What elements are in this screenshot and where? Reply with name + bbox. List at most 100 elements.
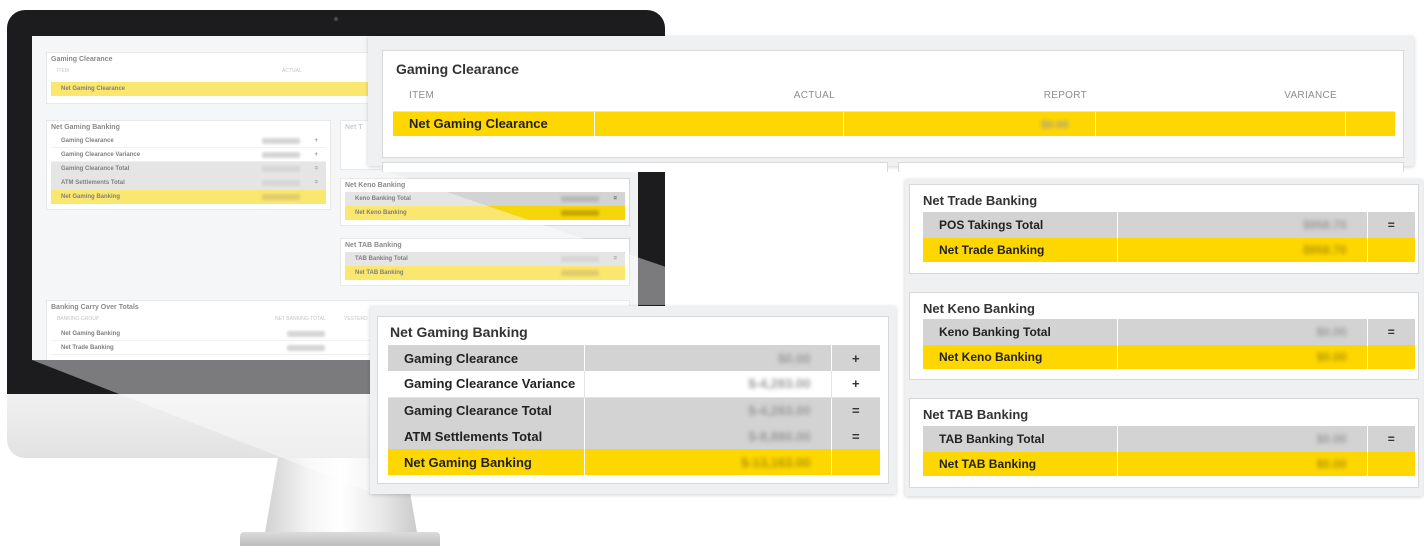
equals-icon: =: [1366, 319, 1415, 345]
mini-row-label: Gaming Clearance Total: [61, 166, 130, 172]
plus-icon: +: [314, 152, 318, 158]
table-row: Keno Banking Total $0.00 =: [923, 319, 1415, 345]
mini-row: Gaming Clearance Total =: [51, 162, 326, 176]
col-report: REPORT: [843, 80, 1095, 112]
row-label: ATM Settlements Total: [388, 423, 584, 449]
mini-row: Net Gaming Banking: [51, 190, 326, 204]
blurred-value: $958.70: [1303, 218, 1347, 232]
mini-col-total: NET BANKING TOTAL: [275, 316, 326, 322]
table-row: Net Keno Banking $0.00: [923, 345, 1415, 369]
net-banking-groups-zoom: Net Trade Banking POS Takings Total $958…: [905, 179, 1423, 496]
mini-row: Net Keno Banking: [345, 206, 625, 220]
camera-icon: [334, 17, 338, 21]
equals-icon: =: [613, 196, 617, 202]
mini-panel-title: Net TAB Banking: [345, 242, 402, 249]
table-row: Net Gaming Banking $-13,163.00: [388, 449, 880, 475]
mini-col-item: ITEM: [57, 68, 69, 74]
blurred-value: [287, 345, 325, 351]
row-label: POS Takings Total: [923, 212, 1117, 238]
col-item: ITEM: [393, 80, 594, 112]
promo-illustration: Gaming Clearance ITEM ACTUAL Net Gaming …: [0, 0, 1424, 546]
table-row: Net Trade Banking $958.70: [923, 238, 1415, 262]
table-row: TAB Banking Total $0.00 =: [923, 426, 1415, 452]
row-spacer: [1344, 111, 1395, 136]
card-title: Net Gaming Banking: [390, 324, 528, 340]
blurred-value: [262, 194, 300, 200]
row-variance: [1094, 111, 1345, 136]
row-value: $958.70: [1116, 212, 1367, 238]
row-op: [830, 449, 880, 475]
row-label: Net TAB Banking: [923, 452, 1117, 476]
blurred-value: $0.00: [1040, 119, 1069, 132]
blurred-value: [561, 196, 599, 202]
net-keno-banking-card: Net Keno Banking Keno Banking Total $0.0…: [909, 292, 1419, 380]
net-keno-banking-table: Keno Banking Total $0.00 = Net Keno Bank…: [923, 319, 1415, 369]
table-row: Net TAB Banking $0.00: [923, 452, 1415, 476]
card-title: Net Trade Banking: [923, 193, 1038, 208]
table-row: Gaming Clearance $0.00 +: [388, 345, 880, 371]
blurred-value: $958.70: [1303, 243, 1347, 257]
row-label: Net Trade Banking: [923, 238, 1117, 262]
row-value: $0.00: [1116, 426, 1367, 452]
mini-panel-title: Net Gaming Banking: [51, 124, 120, 131]
mini-row-label: Net Gaming Banking: [61, 331, 121, 337]
row-value: $-13,163.00: [583, 449, 831, 475]
equals-icon: =: [1366, 426, 1415, 452]
equals-icon: =: [1366, 212, 1415, 238]
blurred-value: [262, 138, 300, 144]
gaming-clearance-card: Gaming Clearance ITEM ACTUAL REPORT VARI…: [382, 50, 1404, 158]
card-edge: [898, 162, 1404, 172]
row-label: Gaming Clearance: [388, 345, 584, 371]
mini-row-label: Net Gaming Banking: [61, 194, 121, 200]
equals-icon: =: [830, 423, 880, 449]
row-op: [1366, 238, 1415, 262]
row-actual: [593, 111, 843, 136]
mini-net-keno-banking-panel: Net Keno Banking Keno Banking Total = Net…: [340, 178, 630, 226]
blurred-value: $-8,880.00: [748, 428, 811, 444]
net-gaming-banking-zoom: Net Gaming Banking Gaming Clearance $0.0…: [370, 306, 896, 494]
net-tab-banking-card: Net TAB Banking TAB Banking Total $0.00 …: [909, 398, 1419, 488]
blurred-value: [561, 210, 599, 216]
plus-icon: +: [314, 138, 318, 144]
row-label: TAB Banking Total: [923, 426, 1117, 452]
mini-row-label: Gaming Clearance Variance: [61, 152, 141, 158]
net-trade-banking-card: Net Trade Banking POS Takings Total $958…: [909, 184, 1419, 274]
blurred-value: $-13,163.00: [741, 454, 811, 470]
mini-row-label: Net Keno Banking: [355, 210, 407, 216]
col-spacer: [1345, 80, 1395, 112]
gaming-clearance-zoom: Gaming Clearance ITEM ACTUAL REPORT VARI…: [368, 36, 1414, 172]
table-row: ATM Settlements Total $-8,880.00 =: [388, 423, 880, 449]
blurred-value: $0.00: [1316, 457, 1347, 471]
net-gaming-banking-table: Gaming Clearance $0.00 + Gaming Clearanc…: [388, 345, 880, 475]
blurred-value: $0.00: [1316, 432, 1347, 446]
row-value: $-4,283.00: [583, 371, 831, 398]
mini-row-label: Net Trade Banking: [61, 345, 114, 351]
card-title: Net TAB Banking: [923, 407, 1029, 422]
blurred-value: [262, 152, 300, 158]
equals-icon: =: [613, 256, 617, 262]
row-op: [1366, 452, 1415, 476]
table-row: Gaming Clearance Variance $-4,283.00 +: [388, 371, 880, 398]
blurred-value: $0.00: [1316, 350, 1347, 364]
blurred-value: [561, 270, 599, 276]
mini-row-label: TAB Banking Total: [355, 256, 408, 262]
blurred-value: $-4,283.00: [748, 376, 811, 392]
row-value: $0.00: [1116, 319, 1367, 345]
net-trade-banking-table: POS Takings Total $958.70 = Net Trade Ba…: [923, 212, 1415, 262]
mini-row: Gaming Clearance Variance +: [51, 148, 326, 162]
mini-net-gaming-banking-panel: Net Gaming Banking Gaming Clearance + Gam…: [46, 120, 331, 210]
mini-row-label: Gaming Clearance: [61, 138, 114, 144]
equals-icon: =: [314, 180, 318, 186]
mini-row-label: Net TAB Banking: [355, 270, 404, 276]
plus-icon: +: [830, 345, 880, 371]
mini-row-label: ATM Settlements Total: [61, 180, 125, 186]
col-variance: VARIANCE: [1095, 80, 1345, 112]
row-value: $-4,283.00: [583, 397, 831, 423]
table-row: POS Takings Total $958.70 =: [923, 212, 1415, 238]
blurred-value: $-4,283.00: [748, 402, 811, 418]
blurred-value: $0.00: [777, 350, 811, 366]
gaming-clearance-table: ITEM ACTUAL REPORT VARIANCE Net Gaming C…: [393, 80, 1395, 136]
net-gaming-banking-card: Net Gaming Banking Gaming Clearance $0.0…: [377, 316, 889, 484]
mini-net-tab-banking-panel: Net TAB Banking TAB Banking Total = Net T…: [340, 238, 630, 286]
row-label: Net Keno Banking: [923, 345, 1117, 369]
